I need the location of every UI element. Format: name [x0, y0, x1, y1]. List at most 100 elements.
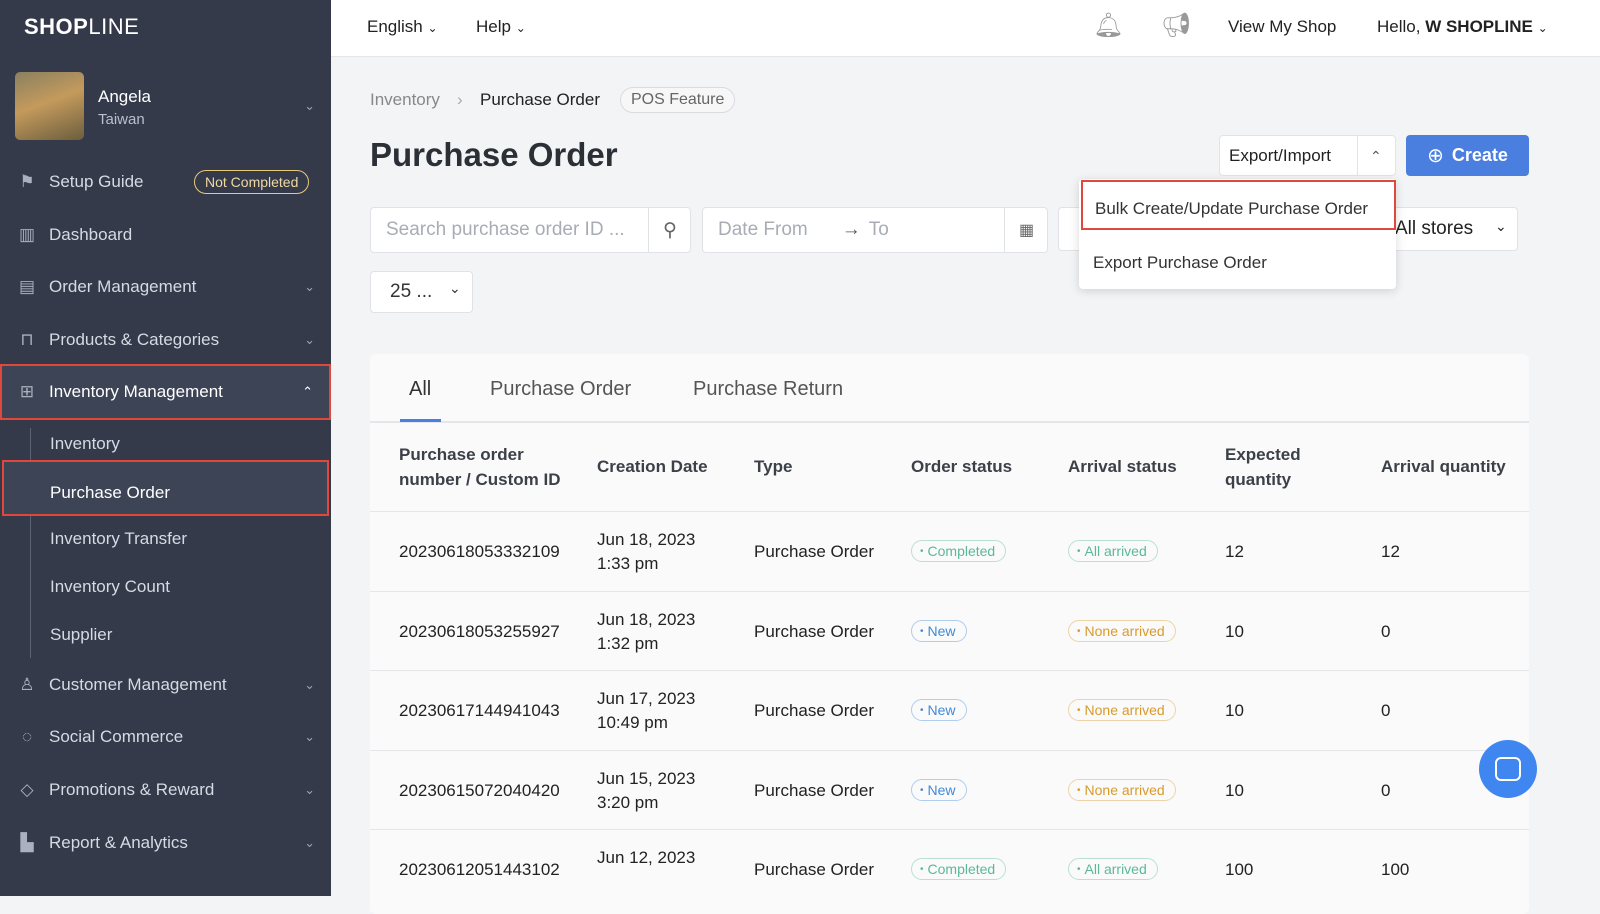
header-type: Type	[754, 457, 793, 476]
sidebar-item-customer-management[interactable]: ♙ Customer Management ⌄	[0, 659, 331, 711]
export-import-label: Export/Import	[1229, 146, 1332, 165]
divider	[1357, 136, 1358, 175]
chevron-down-icon: ⌄	[304, 835, 315, 850]
po-number[interactable]: 20230615072040420	[399, 779, 560, 803]
arrival-quantity: 12	[1381, 542, 1400, 561]
creation-date: Jun 17, 2023	[597, 689, 696, 708]
sidebar-subitem-inventory[interactable]: Inventory	[50, 434, 120, 454]
chevron-down-icon: ⌄	[304, 332, 315, 347]
calendar-icon[interactable]: ▦	[1004, 208, 1048, 252]
arrival-quantity: 100	[1381, 860, 1410, 879]
bag-icon: ⊓	[20, 330, 34, 349]
date-from[interactable]: Date From	[718, 219, 808, 241]
sidebar-item-order-management[interactable]: ▤ Order Management ⌄	[0, 261, 331, 313]
po-number[interactable]: 20230612051443102	[399, 858, 560, 882]
chevron-down-icon: ⌄	[304, 729, 315, 744]
active-tab-indicator	[400, 419, 441, 422]
tab-divider	[370, 421, 1529, 423]
order-status-badge: New	[911, 619, 967, 642]
creation-time: 1:32 pm	[597, 633, 659, 653]
table-row[interactable]: 20230612051443102 Jun 12, 2023 Purchase Or…	[370, 829, 1529, 909]
table-row[interactable]: 20230618053332109 Jun 18, 2023 1:33 pm Purc…	[370, 511, 1529, 591]
page-size-select[interactable]: 25 ... ⌄	[370, 271, 473, 313]
sidebar-item-report[interactable]: ▙ Report & Analytics ⌄	[0, 817, 331, 869]
shop-name: W SHOPLINE	[1425, 17, 1533, 36]
signpost-icon: ⚑	[19, 172, 35, 191]
sidebar-subitem-inventory-count[interactable]: Inventory Count	[50, 577, 170, 597]
header-po-number: Purchase order number / Custom ID	[399, 445, 561, 489]
sidebar-item-dashboard[interactable]: ▥ Dashboard	[0, 209, 331, 261]
order-status-badge: Completed	[911, 858, 1007, 880]
create-label: Create	[1451, 145, 1508, 165]
creation-date: Jun 15, 2023	[597, 768, 696, 788]
breadcrumb-current: Purchase Order	[480, 90, 600, 109]
tag-icon: ◇	[20, 780, 34, 799]
po-number[interactable]: 20230617144941043	[399, 699, 560, 723]
sidebar-item-social-commerce[interactable]: ◌ Social Commerce ⌄	[0, 711, 331, 763]
arrival-status-badge: All arrived	[1068, 858, 1158, 880]
sidebar-item-products[interactable]: ⊓ Products & Categories ⌄	[0, 314, 331, 366]
sidebar-subitem-inventory-transfer[interactable]: Inventory Transfer	[50, 529, 187, 549]
chat-icon	[1495, 757, 1521, 781]
avatar[interactable]	[15, 72, 84, 140]
help-menu[interactable]: Help ⌄	[476, 17, 526, 37]
breadcrumb-inventory[interactable]: Inventory	[370, 90, 440, 110]
chevron-down-icon: ⌄	[304, 279, 315, 294]
sidebar-subitem-purchase-order[interactable]: Purchase Order	[2, 460, 329, 516]
creation-date: Jun 18, 2023	[597, 609, 696, 629]
arrival-status-badge: None arrived	[1068, 619, 1176, 642]
page-title: Purchase Order	[370, 136, 618, 173]
expected-quantity: 12	[1225, 542, 1244, 561]
search-input[interactable]: Search purchase order ID ... ⚲	[370, 207, 691, 253]
chevron-down-icon[interactable]: ⌄	[304, 98, 315, 114]
export-purchase-order-option[interactable]: Export Purchase Order	[1093, 253, 1267, 273]
view-my-shop-link[interactable]: View My Shop	[1228, 17, 1336, 37]
expected-quantity: 10	[1225, 701, 1244, 720]
type: Purchase Order	[754, 701, 874, 720]
tab-purchase-return[interactable]: Purchase Return	[693, 378, 843, 401]
po-number[interactable]: 20230618053332109	[399, 540, 560, 564]
chart-icon: ▙	[20, 833, 34, 852]
table-row[interactable]: 20230615072040420 Jun 15, 2023 3:20 pm Purc…	[370, 749, 1529, 830]
arrival-quantity: 0	[1381, 701, 1391, 720]
expected-quantity: 100	[1225, 860, 1254, 879]
bell-icon[interactable]: 🔔︎	[1093, 11, 1123, 40]
order-icon: ▤	[18, 277, 36, 296]
chevron-up-icon[interactable]: ⌃	[1370, 148, 1382, 165]
arrival-status-badge: None arrived	[1068, 699, 1176, 721]
expected-quantity: 10	[1225, 780, 1244, 800]
chevron-up-icon: ⌃	[302, 384, 313, 399]
date-range-input[interactable]: Date From → To ▦	[702, 207, 1048, 253]
chevron-down-icon: ⌄	[515, 21, 526, 35]
tab-purchase-order[interactable]: Purchase Order	[490, 378, 631, 401]
sidebar-subitem-supplier[interactable]: Supplier	[50, 625, 112, 645]
chat-button[interactable]	[1479, 740, 1537, 798]
store-select-value: All stores	[1395, 218, 1474, 239]
creation-time: 3:20 pm	[597, 792, 659, 812]
megaphone-icon[interactable]: 📢︎	[1161, 11, 1191, 40]
language-label: English	[367, 17, 423, 36]
creation-date: Jun 12, 2023	[597, 848, 696, 867]
user-icon: ♙	[19, 675, 35, 694]
page-size-value: 25 ...	[390, 281, 433, 302]
sidebar-item-inventory-management[interactable]: ⊞ Inventory Management ⌃	[0, 364, 331, 420]
date-to[interactable]: To	[869, 219, 889, 241]
pos-feature-tag: POS Feature	[620, 87, 736, 113]
sidebar-item-label: Dashboard	[49, 225, 133, 244]
tab-all[interactable]: All	[409, 378, 431, 401]
po-number[interactable]: 20230618053255927	[399, 620, 560, 644]
sidebar-item-promotions[interactable]: ◇ Promotions & Reward ⌄	[0, 764, 331, 816]
search-icon[interactable]: ⚲	[648, 208, 691, 252]
bulk-create-update-option[interactable]: Bulk Create/Update Purchase Order	[1081, 180, 1396, 230]
arrow-right-icon: →	[841, 219, 861, 240]
create-button[interactable]: ⊕ Create	[1406, 135, 1529, 176]
table-row[interactable]: 20230617144941043 Jun 17, 2023 10:49 pm Pur…	[370, 670, 1529, 750]
header-creation-date[interactable]: Creation Date	[597, 454, 708, 479]
export-import-button[interactable]: Export/Import ⌃	[1219, 135, 1396, 176]
header-order-status: Order status	[911, 457, 1013, 476]
plus-circle-icon: ⊕	[1427, 145, 1444, 167]
table-row[interactable]: 20230618053255927 Jun 18, 2023 1:32 pm Purc…	[370, 590, 1529, 671]
language-selector[interactable]: English ⌄	[367, 17, 438, 37]
greeting: Hello,	[1377, 17, 1421, 36]
account-menu[interactable]: Hello, W SHOPLINE ⌄	[1377, 17, 1548, 37]
